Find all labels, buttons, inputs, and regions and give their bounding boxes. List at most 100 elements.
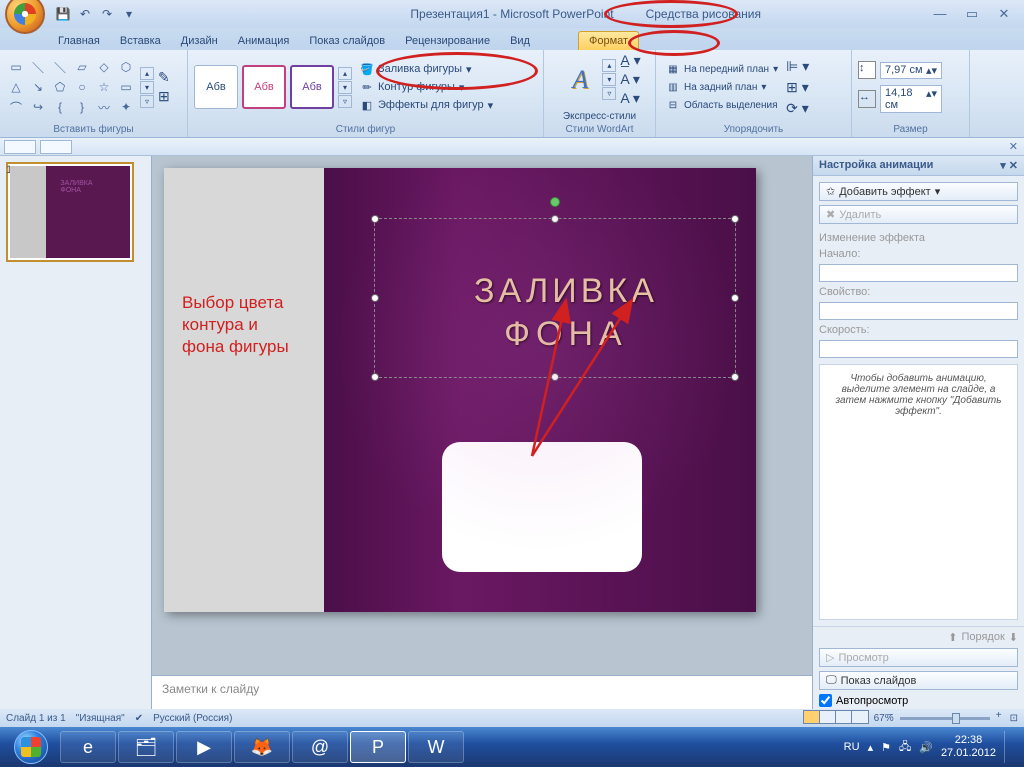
tab-review[interactable]: Рецензирование bbox=[395, 32, 500, 50]
order-down-icon: ⬇ bbox=[1009, 631, 1018, 644]
rotate-icon[interactable]: ⟳ ▾ bbox=[786, 100, 809, 117]
redo-icon[interactable]: ↷ bbox=[98, 5, 116, 23]
taskbar-firefox[interactable]: 🦊 bbox=[234, 731, 290, 763]
text-effects-icon[interactable]: A ▾ bbox=[620, 90, 640, 107]
property-label: Свойство: bbox=[819, 286, 1018, 298]
start-label: Начало: bbox=[819, 248, 1018, 260]
anim-close-icon[interactable]: ✕ bbox=[1009, 160, 1018, 172]
group-icon[interactable]: ⊞ ▾ bbox=[786, 79, 809, 96]
text-outline-icon[interactable]: A ▾ bbox=[620, 71, 640, 88]
group-wordart: Стили WordArt bbox=[550, 122, 649, 135]
tab-slideshow[interactable]: Показ слайдов bbox=[299, 32, 395, 50]
edit-shape-icon[interactable]: ✎ bbox=[158, 69, 170, 86]
textbox-icon[interactable]: ⊞ bbox=[158, 88, 170, 105]
annotation-ellipse bbox=[628, 30, 720, 56]
delete-effect-button: ✖Удалить bbox=[819, 205, 1018, 224]
taskbar-mail[interactable]: @ bbox=[292, 731, 348, 763]
star-icon: ✩ bbox=[826, 185, 835, 198]
slide-title-text: ЗАЛИВКА ФОНА bbox=[474, 272, 658, 354]
width-input[interactable]: 14,18 см▴▾ bbox=[880, 85, 942, 113]
shape-style-1[interactable]: Абв bbox=[194, 65, 238, 109]
play-icon: ▷ bbox=[826, 651, 834, 664]
tray-network-icon[interactable]: 🖧 bbox=[899, 738, 911, 757]
send-back-button[interactable]: ▥На задний план ▾ bbox=[662, 79, 782, 95]
group-arrange: Упорядочить bbox=[662, 122, 845, 135]
status-slide: Слайд 1 из 1 bbox=[6, 713, 66, 724]
spellcheck-icon[interactable]: ✔ bbox=[135, 713, 143, 724]
tray-action-icon[interactable]: ⚑ bbox=[881, 741, 891, 754]
shapes-gallery[interactable]: ▭＼＼▱◇⬡ △↘⬠○☆▭ ⌒↪{}〰✦ bbox=[6, 58, 136, 116]
show-desktop[interactable] bbox=[1004, 731, 1014, 763]
save-icon[interactable]: 💾 bbox=[54, 5, 72, 23]
taskbar-ie[interactable]: e bbox=[60, 731, 116, 763]
align-icon[interactable]: ⊫ ▾ bbox=[786, 58, 809, 75]
content-placeholder[interactable] bbox=[442, 442, 642, 572]
slideshow-button[interactable]: 🖵Показ слайдов bbox=[819, 671, 1018, 690]
slides-tab[interactable] bbox=[40, 140, 72, 154]
minimize-icon[interactable]: — bbox=[928, 6, 952, 22]
tab-home[interactable]: Главная bbox=[48, 32, 110, 50]
tab-animation[interactable]: Анимация bbox=[228, 32, 300, 50]
express-styles-label: Экспресс-стили bbox=[563, 111, 636, 122]
tray-flag-icon[interactable]: ▴ bbox=[868, 741, 874, 754]
speed-label: Скорость: bbox=[819, 324, 1018, 336]
wordart-gallery[interactable]: A bbox=[558, 58, 602, 102]
text-fill-icon[interactable]: A̲ ▾ bbox=[620, 52, 640, 69]
bring-front-button[interactable]: ▦На передний план ▾ bbox=[662, 61, 782, 77]
speed-select bbox=[819, 340, 1018, 358]
width-icon: ↔ bbox=[858, 90, 876, 108]
start-button[interactable] bbox=[4, 727, 58, 767]
tray-clock[interactable]: 22:3827.01.2012 bbox=[941, 734, 996, 760]
close-pane-icon[interactable]: ✕ bbox=[1009, 140, 1018, 153]
status-language[interactable]: Русский (Россия) bbox=[153, 713, 232, 724]
group-shape-styles: Стили фигур bbox=[194, 122, 537, 135]
bucket-icon: 🪣 bbox=[360, 62, 374, 76]
slide-thumbnail[interactable]: ЗАЛИВКАФОНА bbox=[6, 162, 134, 262]
rotate-handle[interactable] bbox=[550, 197, 560, 207]
change-effect-label: Изменение эффекта bbox=[819, 232, 1018, 244]
group-size: Размер bbox=[858, 122, 963, 135]
preview-button: ▷Просмотр bbox=[819, 648, 1018, 667]
taskbar-word[interactable]: W bbox=[408, 731, 464, 763]
gallery-down-icon[interactable]: ▾ bbox=[140, 81, 154, 94]
group-insert-shapes: Вставить фигуры bbox=[6, 122, 181, 135]
tab-view[interactable]: Вид bbox=[500, 32, 540, 50]
close-icon[interactable]: ✕ bbox=[992, 6, 1016, 22]
qat-menu-icon[interactable]: ▾ bbox=[120, 5, 138, 23]
view-buttons[interactable] bbox=[804, 710, 868, 727]
monitor-icon: 🖵 bbox=[826, 674, 837, 687]
shape-effects-button[interactable]: ◧Эффекты для фигур ▾ bbox=[356, 97, 497, 113]
zoom-slider[interactable] bbox=[900, 717, 990, 720]
annotation-text: Выбор цветаконтура ифона фигуры bbox=[182, 292, 289, 358]
undo-icon[interactable]: ↶ bbox=[76, 5, 94, 23]
autopreview-checkbox[interactable] bbox=[819, 694, 832, 707]
height-input[interactable]: 7,97 см▴▾ bbox=[880, 62, 942, 79]
anim-menu-icon[interactable]: ▾ bbox=[1000, 160, 1006, 172]
selection-pane-button[interactable]: ⊟Область выделения bbox=[662, 97, 782, 113]
outline-tab[interactable] bbox=[4, 140, 36, 154]
taskbar-explorer[interactable]: 🗂 bbox=[118, 731, 174, 763]
fit-icon[interactable]: ⊡ bbox=[1010, 713, 1018, 724]
title-textbox[interactable] bbox=[374, 218, 736, 378]
gallery-up-icon[interactable]: ▴ bbox=[140, 67, 154, 80]
tray-lang[interactable]: RU bbox=[844, 741, 860, 753]
slide-canvas[interactable]: ЗАЛИВКА ФОНА Выбор цветаконтура ифона фи… bbox=[164, 168, 756, 612]
add-effect-button[interactable]: ✩Добавить эффект ▾ bbox=[819, 182, 1018, 201]
tab-design[interactable]: Дизайн bbox=[171, 32, 228, 50]
maximize-icon[interactable]: ▭ bbox=[960, 6, 984, 22]
taskbar-powerpoint[interactable]: P bbox=[350, 731, 406, 763]
notes-pane[interactable]: Заметки к слайду bbox=[152, 675, 812, 711]
start-select bbox=[819, 264, 1018, 282]
window-title: Презентация1 - Microsoft PowerPoint bbox=[410, 7, 613, 21]
property-select bbox=[819, 302, 1018, 320]
animation-pane: Настройка анимации ▾ ✕ ✩Добавить эффект … bbox=[812, 156, 1024, 711]
tray-volume-icon[interactable]: 🔊 bbox=[919, 741, 933, 754]
annotation-ellipse bbox=[376, 52, 538, 90]
taskbar-media[interactable]: ▶ bbox=[176, 731, 232, 763]
shape-style-2[interactable]: Абв bbox=[242, 65, 286, 109]
anim-hint: Чтобы добавить анимацию, выделите элемен… bbox=[819, 364, 1018, 620]
tab-insert[interactable]: Вставка bbox=[110, 32, 171, 50]
shape-style-3[interactable]: Абв bbox=[290, 65, 334, 109]
annotation-ellipse bbox=[604, 0, 738, 28]
gallery-more-icon[interactable]: ▿ bbox=[140, 95, 154, 108]
